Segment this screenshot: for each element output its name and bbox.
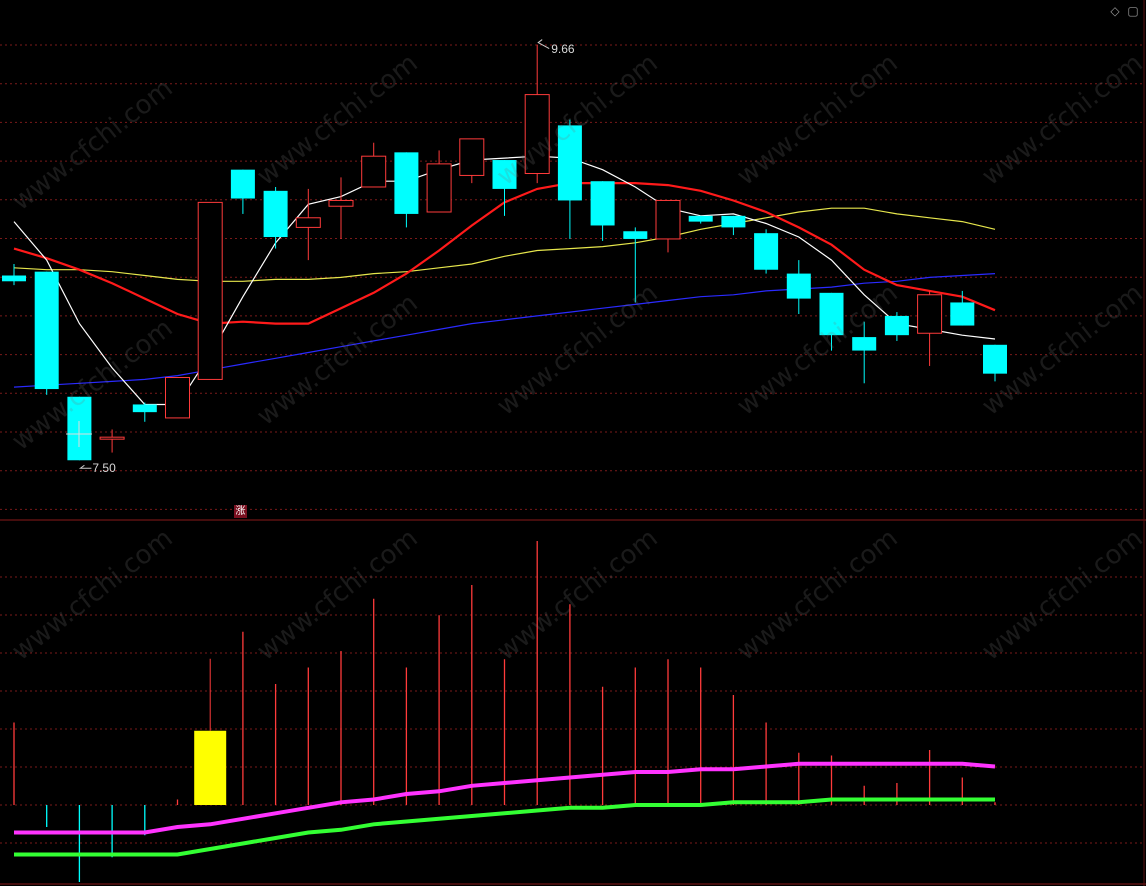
candle-body-up [328, 199, 354, 207]
candle [459, 138, 485, 184]
candle-body-down [263, 190, 288, 238]
candle-body-up [655, 199, 681, 240]
diamond-icon[interactable]: ◇ [1108, 4, 1122, 18]
candle-body-up [524, 94, 550, 175]
candle-body-up [165, 377, 190, 419]
candle [655, 199, 681, 253]
candle [721, 215, 746, 236]
candle-body-up [361, 155, 387, 188]
candle-body-down [950, 302, 975, 326]
ma60-line [13, 273, 996, 388]
candle-body-down [754, 233, 779, 270]
extreme-markers [66, 39, 550, 469]
candle [34, 271, 59, 395]
candle [263, 186, 288, 249]
candle-body-down [34, 271, 59, 390]
high-price-label: 9.66 [551, 41, 575, 56]
candle-body-down [557, 125, 582, 201]
candle [590, 181, 615, 241]
stock-chart [0, 0, 1146, 886]
candle [557, 119, 582, 239]
volume-bar-highlight [194, 730, 227, 805]
high-marker-arrow [537, 39, 550, 50]
candle [361, 142, 387, 188]
candle [819, 292, 844, 351]
volume-ma-slow-line [14, 797, 995, 857]
candle [524, 44, 550, 184]
candle-body-down [230, 169, 255, 199]
candle-body-down [786, 273, 811, 299]
candle [132, 402, 157, 422]
candle [754, 229, 779, 274]
candle-body-up [459, 138, 485, 176]
candle [394, 152, 419, 228]
candle-body-up [99, 436, 125, 440]
candle [99, 429, 125, 453]
candle [884, 312, 909, 341]
candle [2, 263, 26, 286]
candle-body-down [852, 337, 877, 351]
price-panel [2, 44, 1007, 461]
candle-body-down [623, 231, 648, 239]
candle [852, 321, 877, 384]
candle [688, 215, 713, 224]
candle-body-down [590, 181, 615, 226]
candle-body-up [917, 294, 943, 334]
candle [197, 201, 223, 380]
low-price-label: 7.50 [92, 461, 116, 476]
candle [426, 150, 452, 213]
candle-body-down [492, 160, 517, 189]
candle-body-down [2, 275, 26, 282]
maximize-icon[interactable]: ▢ [1126, 4, 1140, 18]
candle [328, 177, 354, 239]
candle [230, 169, 255, 214]
candle-body-up [295, 217, 321, 228]
candle-body-up [197, 201, 223, 380]
volume-panel [13, 541, 996, 882]
candle [623, 227, 648, 303]
candle-body-down [721, 215, 746, 228]
candle [165, 377, 190, 419]
candle-body-down [884, 315, 909, 336]
candle [786, 260, 811, 314]
low-marker-arrow [78, 464, 92, 469]
candle [983, 344, 1007, 382]
candle-body-up [426, 163, 452, 213]
ma20-line [13, 207, 996, 282]
candle-body-down [688, 215, 713, 222]
candle-body-down [819, 292, 844, 336]
candle-body-down [132, 404, 157, 413]
candle-body-down [394, 152, 419, 214]
candle-body-down [983, 344, 1007, 374]
limit-up-marker: 涨 [234, 505, 247, 518]
